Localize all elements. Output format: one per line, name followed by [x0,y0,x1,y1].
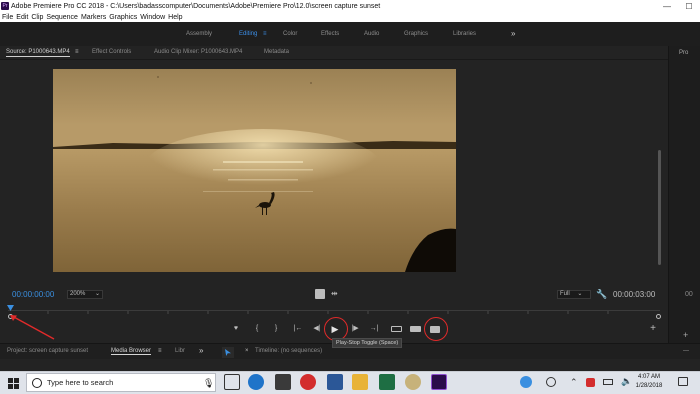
panels-more-icon[interactable]: » [199,346,203,355]
go-to-in-button[interactable]: |← [293,324,303,334]
mark-in-button[interactable]: { [252,324,262,334]
file-explorer-icon[interactable] [352,374,368,390]
edge-browser-icon[interactable] [248,374,264,390]
excel-icon[interactable] [379,374,395,390]
tab-menu-icon[interactable]: ≡ [158,348,162,354]
playhead-timecode[interactable]: 00:00:00:00 [12,290,54,299]
drag-video-icon[interactable] [315,289,325,299]
search-placeholder: Type here to search [47,378,114,387]
source-monitor-video[interactable] [53,69,456,272]
insert-icon[interactable] [391,326,402,332]
windows-start-icon[interactable] [8,378,19,389]
resolution-value: Full [560,291,570,297]
action-center-icon[interactable] [678,377,688,386]
adobe-tray-icon[interactable] [586,378,595,387]
chevron-down-icon: ⌄ [95,291,101,297]
workspace-audio[interactable]: Audio [364,31,379,37]
workspace-assembly[interactable]: Assembly [186,31,212,37]
annotation-circle-camera [424,317,448,341]
microphone-icon[interactable]: 🎙 [203,378,214,389]
workspace-effects[interactable]: Effects [321,31,339,37]
minimize-button[interactable]: — [656,2,678,11]
workspaces-bar: Assembly Editing ≡ Color Effects Audio G… [0,22,700,46]
monitor-scrollbar[interactable] [658,150,661,265]
tab-source[interactable]: Source: P1000643.MP4 [6,49,70,57]
menu-help[interactable]: Help [168,14,182,21]
tab-media-browser[interactable]: Media Browser [111,348,152,355]
close-icon[interactable]: × [245,348,249,354]
window-titlebar: Pr Adobe Premiere Pro CC 2018 - C:\Users… [0,0,700,12]
annotation-arrow-icon [10,315,55,340]
program-add-button[interactable]: + [683,330,688,340]
source-panel-tabs: Source: P1000643.MP4 ≡ Effect Controls A… [0,46,668,60]
task-view-icon[interactable] [224,374,240,390]
button-editor-add-button[interactable]: + [648,324,658,334]
window-controls: — ☐ [656,2,700,11]
tab-project[interactable]: Project: screen capture sunset [7,348,88,354]
system-tray-chevron-icon[interactable]: ⌃ [570,377,578,388]
menu-markers[interactable]: Markers [81,14,106,21]
drag-audio-icon[interactable]: ⇹ [331,290,341,298]
menu-clip[interactable]: Clip [31,14,43,21]
panel-collapse-dash: — [683,348,689,354]
overwrite-icon[interactable] [410,326,421,332]
window-title: Adobe Premiere Pro CC 2018 - C:\Users\ba… [11,2,381,10]
maximize-button[interactable]: ☐ [678,2,700,11]
play-stop-tooltip: Play-Stop Toggle (Space) [332,338,403,348]
taskbar-clock[interactable]: 4:07 AM 1/28/2018 [632,373,666,391]
volume-icon[interactable]: 🔈 [621,376,632,387]
workspace-libraries[interactable]: Libraries [453,31,476,37]
go-to-out-button[interactable]: →| [369,324,379,334]
wrench-icon[interactable]: 🔧 [596,289,607,300]
playback-resolution-select[interactable]: Full ⌄ [557,290,591,299]
help-icon[interactable] [520,376,532,388]
menu-edit[interactable]: Edit [16,14,28,21]
premiere-app-icon: Pr [1,2,9,10]
word-icon[interactable] [327,374,343,390]
tab-metadata[interactable]: Metadata [264,49,289,55]
tab-menu-icon[interactable]: ≡ [75,49,79,55]
cortana-circle-icon [32,378,42,388]
workspace-color[interactable]: Color [283,31,297,37]
panel-gap [0,359,700,371]
selection-tool[interactable] [222,347,234,358]
clock-time: 4:07 AM [637,374,660,380]
scroll-end-handle[interactable] [656,314,661,319]
sunset-heron-frame [53,69,456,272]
program-panel-label[interactable]: Pro [679,50,688,56]
workspaces-more-icon[interactable]: » [511,29,515,38]
tab-timeline[interactable]: Timeline: (no sequences) [255,348,322,354]
step-forward-button[interactable]: |▶ [350,324,360,334]
zoom-value: 200% [70,291,86,297]
tab-libraries[interactable]: Libr [175,348,185,354]
time-ruler[interactable] [8,310,660,316]
tab-audio-clip-mixer[interactable]: Audio Clip Mixer: P1000643.MP4 [154,49,242,55]
taskbar-search-box[interactable]: Type here to search 🎙 [26,373,216,392]
step-back-button[interactable]: ◀| [312,324,322,334]
menu-window[interactable]: Window [140,14,165,21]
program-timecode: 00 [685,291,693,298]
program-panel-collapsed: Pro 00 + [668,46,700,346]
store-icon[interactable] [275,374,291,390]
menu-file[interactable]: File [2,14,13,21]
chevron-down-icon: ⌄ [577,291,583,297]
paint-icon[interactable] [405,374,421,390]
workspace-editing[interactable]: Editing [239,31,257,37]
creative-cloud-icon[interactable] [300,374,316,390]
add-marker-button[interactable]: ♥ [231,324,241,334]
menu-sequence[interactable]: Sequence [46,14,78,21]
menu-graphics[interactable]: Graphics [109,14,137,21]
battery-icon[interactable] [603,379,613,385]
people-icon[interactable] [546,377,556,387]
duration-timecode: 00:00:03:00 [613,290,656,299]
mark-out-button[interactable]: } [271,324,281,334]
selection-arrow-icon [225,349,231,356]
clock-date: 1/28/2018 [635,383,663,389]
tab-effect-controls[interactable]: Effect Controls [92,49,131,55]
zoom-select[interactable]: 200% ⌄ [67,290,103,299]
premiere-taskbar-icon[interactable] [431,374,447,390]
workspace-graphics[interactable]: Graphics [404,31,428,37]
menu-bar: File Edit Clip Sequence Markers Graphics… [0,12,700,22]
workspace-menu-icon[interactable]: ≡ [263,31,267,37]
